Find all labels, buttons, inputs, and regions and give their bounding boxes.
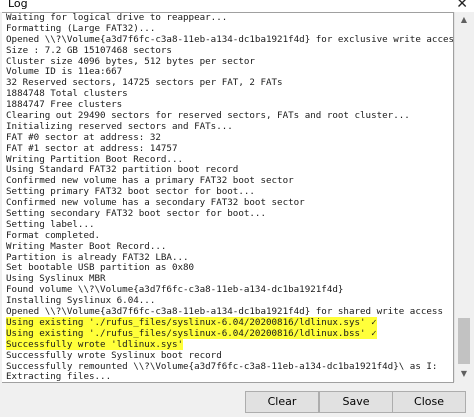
- log-line-text: Confirmed new volume has a secondary FAT…: [6, 197, 305, 209]
- log-line-text: Found volume \\?\Volume{a3d7f6fc-c3a8-11…: [6, 284, 344, 296]
- log-lines: Waiting for logical drive to reappear...…: [2, 12, 454, 383]
- log-line-text: Opened \\?\Volume{a3d7f6fc-c3a8-11eb-a13…: [6, 306, 443, 318]
- log-line-text: Successfully wrote 'ldlinux.sys': [6, 338, 184, 350]
- log-line-text: Installing Syslinux 6.04...: [6, 295, 156, 307]
- log-line-text: Using Standard FAT32 partition boot reco…: [6, 164, 239, 176]
- log-line-text: Clearing out 29490 sectors for reserved …: [6, 110, 410, 122]
- log-line-text: Writing Partition Boot Record...: [6, 153, 184, 165]
- window-title: Log: [8, 0, 28, 10]
- log-text-area[interactable]: Waiting for logical drive to reappear...…: [2, 12, 454, 383]
- scroll-up-arrow-icon[interactable]: ▲: [455, 12, 473, 28]
- save-button[interactable]: Save: [319, 391, 393, 413]
- log-line-text: Using existing './rufus_files/syslinux-6…: [6, 316, 377, 328]
- log-line-text: Volume ID is 11ea:667: [6, 66, 123, 78]
- log-line-text: Set bootable USB partition as 0x80: [6, 262, 195, 274]
- clear-button[interactable]: Clear: [245, 391, 319, 413]
- button-row: Clear Save Close: [0, 382, 474, 417]
- log-line-text: Cluster size 4096 bytes, 512 bytes per s…: [6, 55, 255, 67]
- close-button[interactable]: Close: [392, 391, 466, 413]
- log-line-text: Setting label...: [6, 218, 95, 230]
- log-line-text: Using Syslinux MBR: [6, 273, 106, 285]
- log-line-text: Setting primary FAT32 boot sector for bo…: [6, 186, 255, 198]
- log-line-text: Formatting (Large FAT32)...: [6, 22, 156, 34]
- scroll-down-arrow-icon[interactable]: ▼: [455, 366, 473, 382]
- log-line-text: Using existing './rufus_files/syslinux-6…: [6, 327, 377, 339]
- log-line-text: Format completed.: [6, 229, 101, 241]
- vertical-scrollbar[interactable]: ▲ ▼: [454, 12, 473, 382]
- log-line-text: Setting secondary FAT32 boot sector for …: [6, 208, 266, 220]
- log-line-text: FAT #0 sector at address: 32: [6, 131, 161, 143]
- log-line-text: Extracting files...: [6, 371, 112, 383]
- scroll-thumb[interactable]: [458, 318, 470, 364]
- log-line-text: 1884747 Free clusters: [6, 99, 123, 111]
- log-line-text: Confirmed new volume has a primary FAT32…: [6, 175, 294, 187]
- log-line-text: Writing Master Boot Record...: [6, 240, 167, 252]
- log-line-text: 1884748 Total clusters: [6, 88, 128, 100]
- close-icon[interactable]: ✕: [456, 0, 468, 12]
- log-line-text: Partition is already FAT32 LBA...: [6, 251, 189, 263]
- log-line-text: Opened \\?\Volume{a3d7f6fc-c3a8-11eb-a13…: [6, 33, 454, 45]
- title-bar: Log ✕: [0, 0, 474, 12]
- log-line-text: FAT #1 sector at address: 14757: [6, 142, 178, 154]
- log-line-text: 32 Reserved sectors, 14725 sectors per F…: [6, 77, 283, 89]
- log-line-text: Successfully remounted \\?\Volume{a3d7f6…: [6, 360, 438, 372]
- log-line-text: Initializing reserved sectors and FATs..…: [6, 120, 233, 132]
- log-line-text: Waiting for logical drive to reappear...: [6, 12, 228, 23]
- log-line-text: Successfully wrote Syslinux boot record: [6, 349, 222, 361]
- log-line-text: Size : 7.2 GB 15107468 sectors: [6, 44, 172, 56]
